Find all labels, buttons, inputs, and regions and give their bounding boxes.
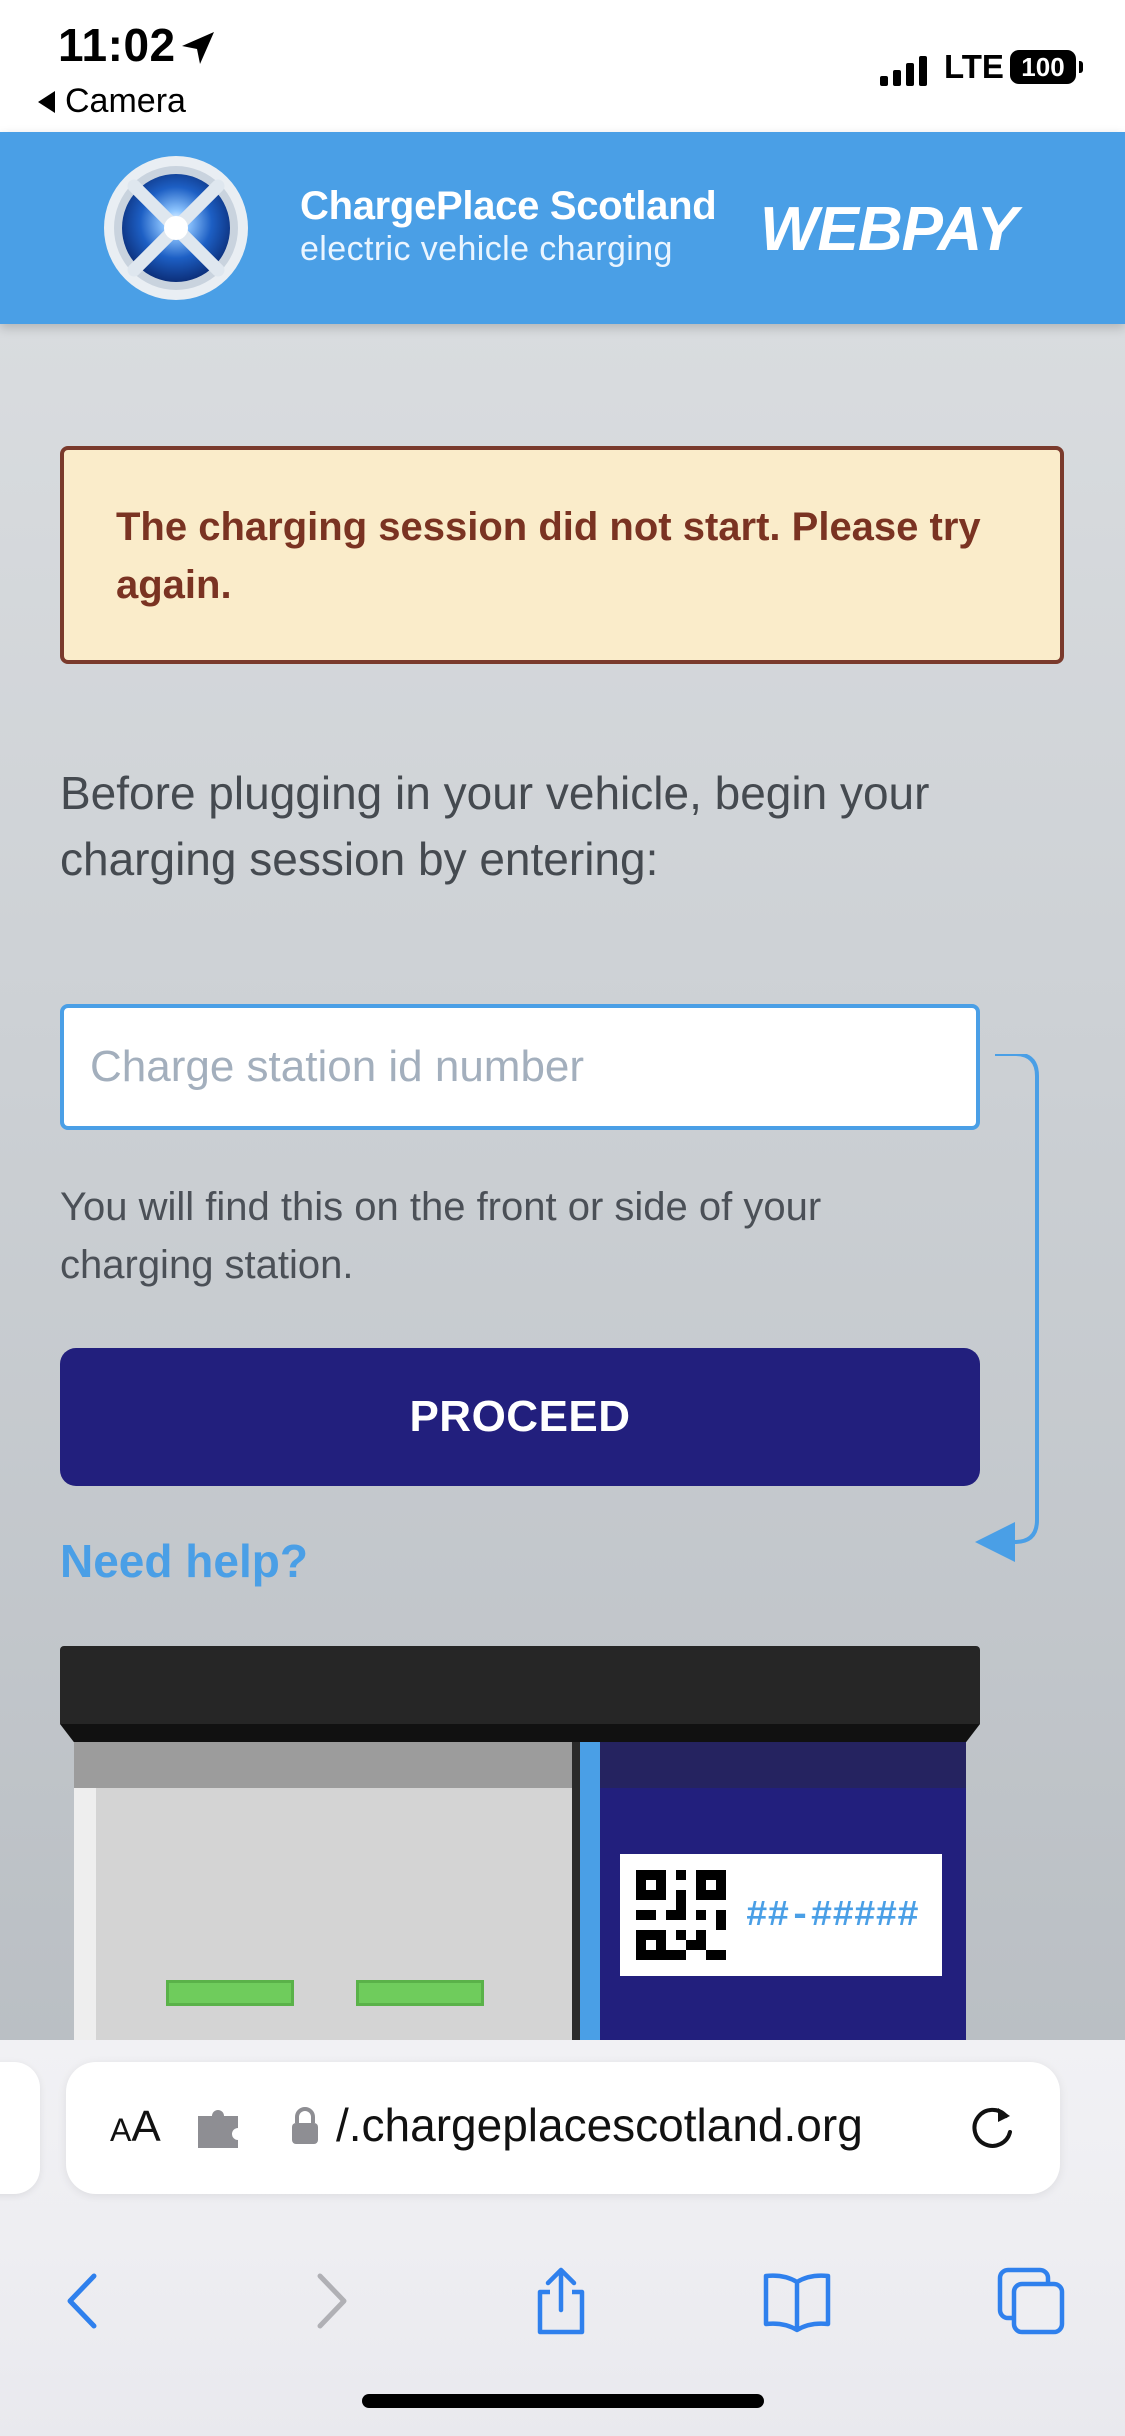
- need-help-link[interactable]: Need help?: [60, 1534, 308, 1588]
- helper-text: You will find this on the front or side …: [60, 1185, 822, 1287]
- lock-icon: [292, 2107, 318, 2144]
- address-bar[interactable]: AA /.chargeplacescotland.org: [66, 2062, 1060, 2194]
- charger-lip: [60, 1724, 980, 1742]
- reader-settings-button[interactable]: AA: [110, 2102, 161, 2152]
- qr-code-icon: [636, 1870, 726, 1960]
- url-text[interactable]: /.chargeplacescotland.org: [336, 2098, 863, 2152]
- station-id-plate: ##-#####: [620, 1854, 942, 1976]
- charger-status-light: [356, 1980, 484, 2006]
- battery-icon: 100: [1010, 50, 1083, 84]
- home-indicator[interactable]: [362, 2394, 764, 2408]
- back-triangle-icon: [38, 90, 55, 113]
- browser-toolbar: AA /.chargeplacescotland.org: [0, 2040, 1125, 2436]
- share-icon[interactable]: [526, 2266, 596, 2336]
- back-chevron-icon[interactable]: [50, 2266, 120, 2336]
- error-alert: The charging session did not start. Plea…: [60, 446, 1064, 664]
- charger-top: [60, 1646, 980, 1724]
- previous-tab-preview[interactable]: [0, 2062, 40, 2194]
- brand-tagline: electric vehicle charging: [300, 230, 673, 268]
- back-to-camera-link[interactable]: Camera: [38, 82, 186, 121]
- intro-text: Before plugging in your vehicle, begin y…: [60, 767, 930, 885]
- chargeplace-logo-icon[interactable]: [102, 154, 250, 302]
- proceed-button[interactable]: PROCEED: [60, 1348, 980, 1486]
- signal-bars-icon: [880, 56, 927, 86]
- status-time: 11:02: [58, 19, 176, 71]
- reload-icon[interactable]: [966, 2102, 1018, 2154]
- main-content: The charging session did not start. Plea…: [0, 324, 1125, 2040]
- network-label: LTE: [944, 48, 1004, 85]
- station-id-mask: ##-#####: [746, 1894, 919, 1936]
- location-arrow-icon: [182, 32, 214, 64]
- extension-icon[interactable]: [194, 2106, 244, 2150]
- charger-right-panel: ##-#####: [580, 1742, 966, 2040]
- forward-chevron-icon[interactable]: [294, 2266, 364, 2336]
- webpay-label: WEBPAY: [760, 195, 1018, 264]
- pointer-arrow-icon: [975, 1054, 1039, 1562]
- status-bar: 11:02 Camera LTE 100: [0, 0, 1125, 132]
- charger-illustration: ##-#####: [60, 1646, 980, 2040]
- back-app-label: Camera: [65, 82, 186, 120]
- charger-left-panel: [74, 1742, 572, 2040]
- charger-status-light: [166, 1980, 294, 2006]
- site-header: ChargePlace Scotland electric vehicle ch…: [0, 132, 1125, 324]
- error-message: The charging session did not start. Plea…: [116, 505, 981, 607]
- bookmarks-icon[interactable]: [762, 2266, 832, 2336]
- tabs-icon[interactable]: [996, 2266, 1066, 2336]
- brand-name: ChargePlace Scotland: [300, 184, 717, 228]
- charge-station-id-input[interactable]: [60, 1004, 980, 1130]
